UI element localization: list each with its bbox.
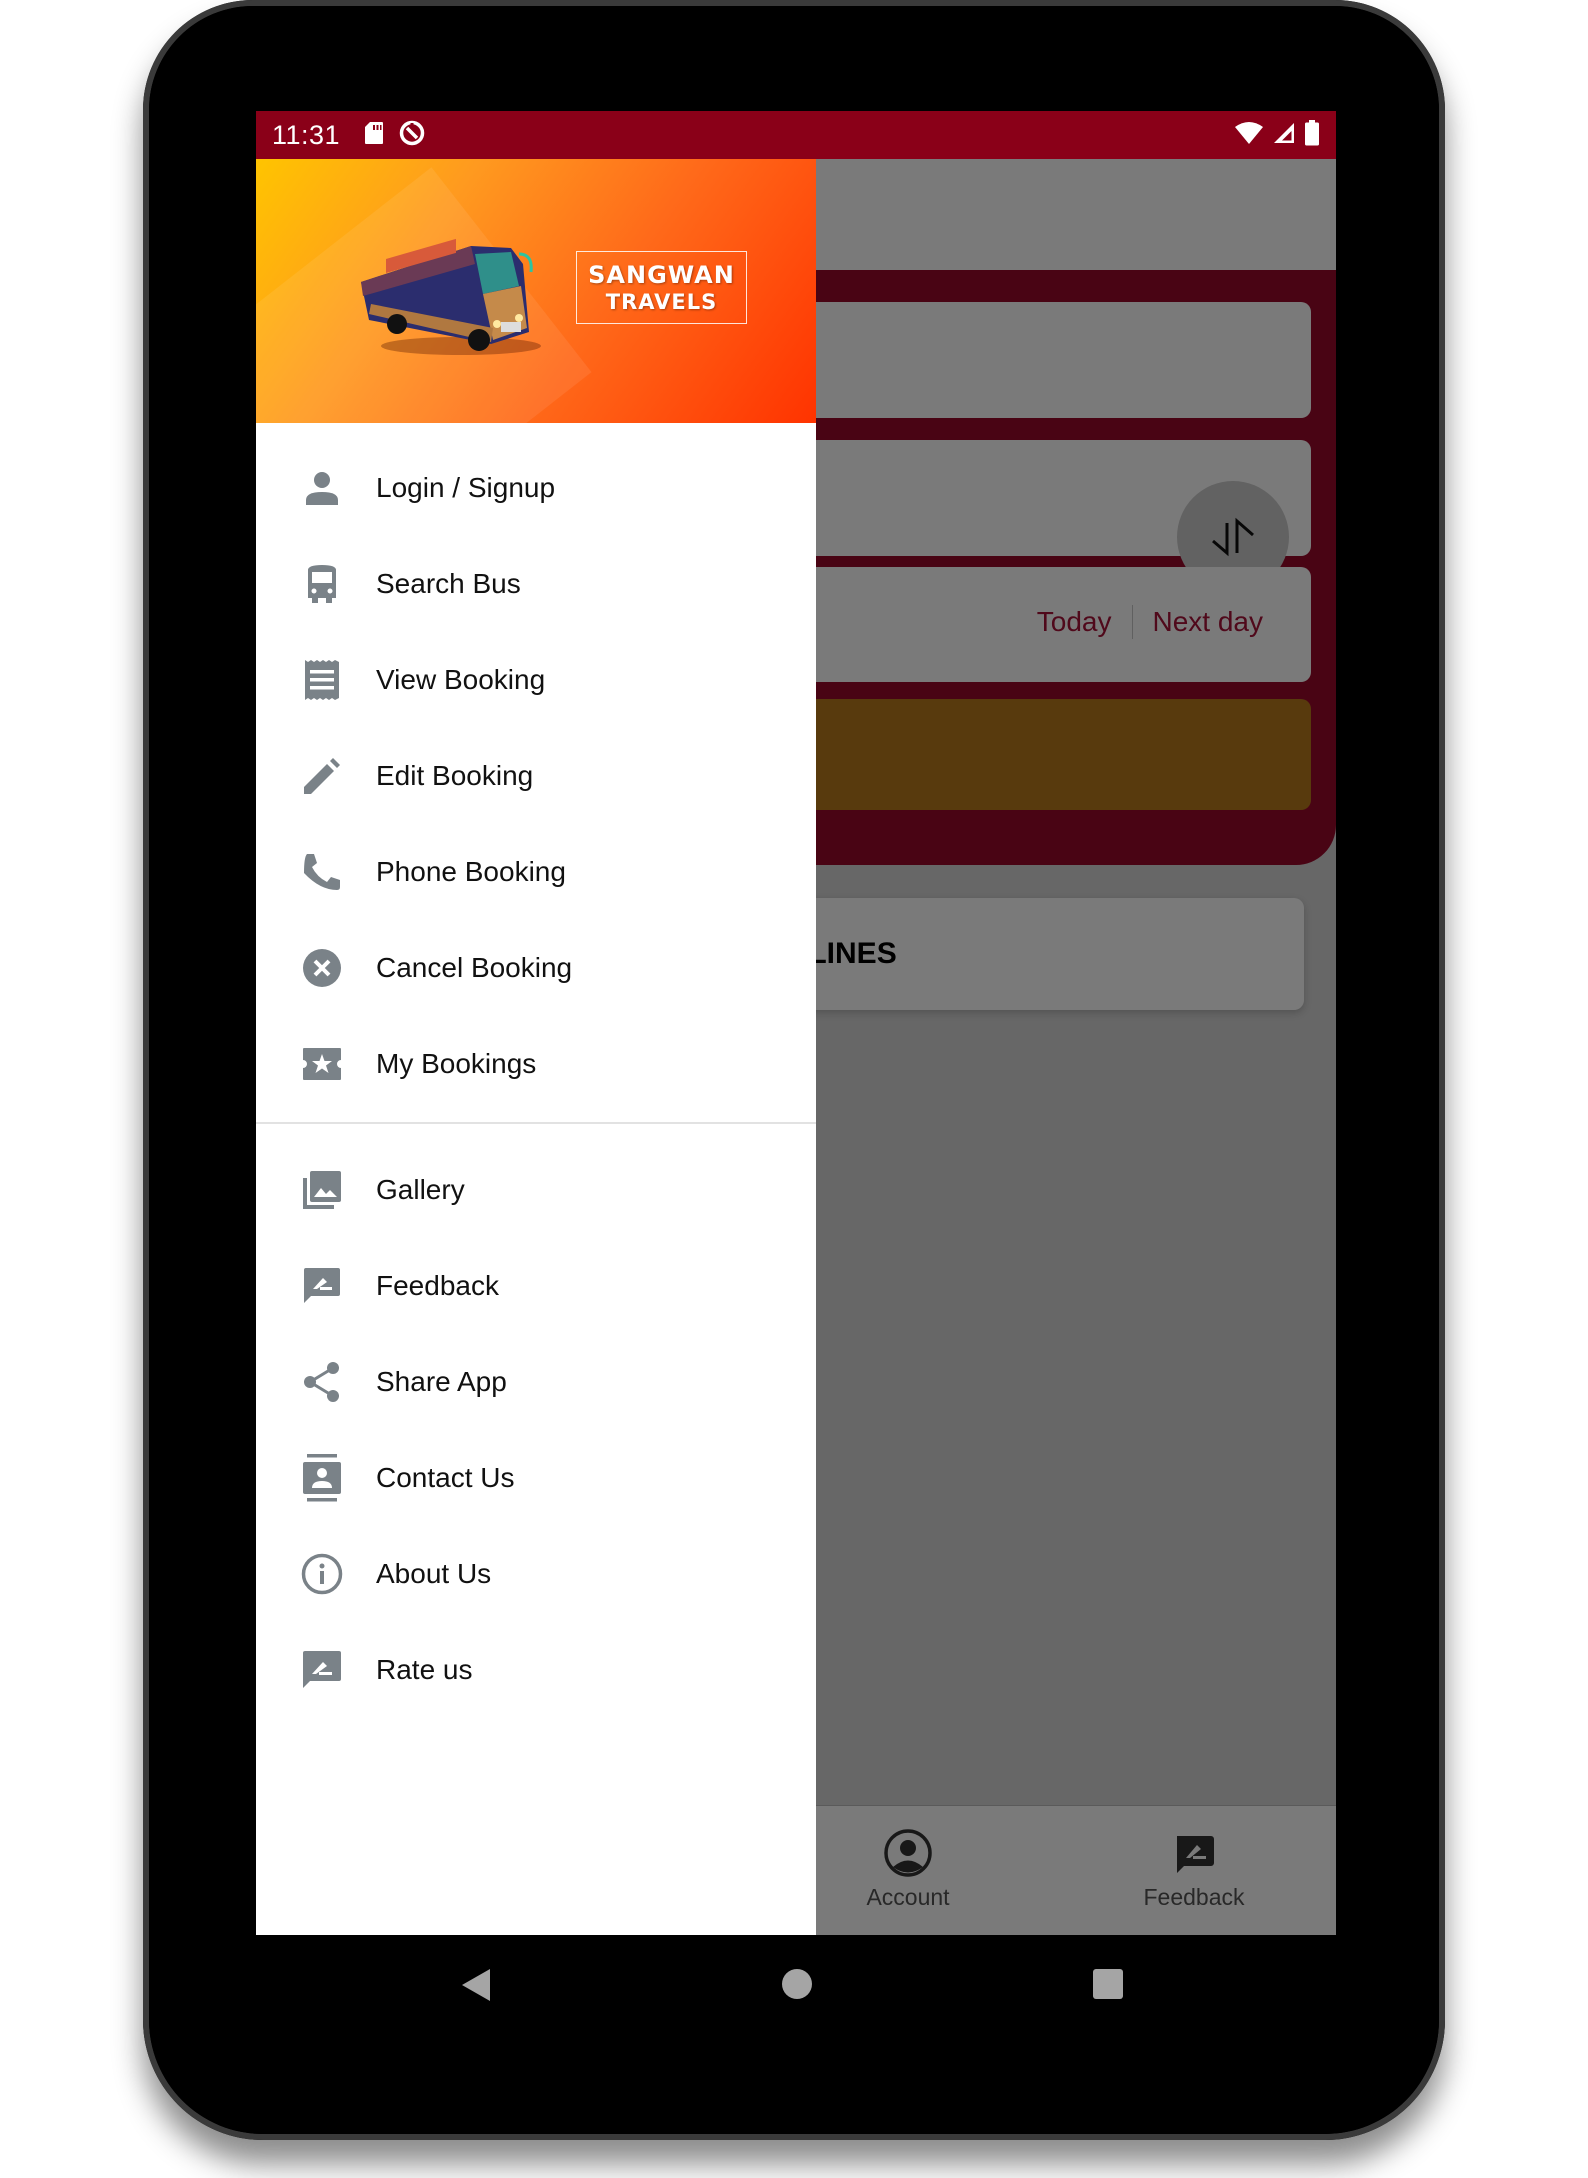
menu-item-label: Edit Booking <box>376 760 534 791</box>
menu-item-cancel-booking[interactable]: Cancel Booking <box>256 920 816 1016</box>
menu-item-rate-us[interactable]: Rate us <box>256 1622 816 1718</box>
status-time: 11:31 <box>272 119 341 150</box>
menu-item-label: Gallery <box>376 1174 465 1205</box>
menu-item-label: Contact Us <box>376 1462 515 1493</box>
menu-item-feedback[interactable]: Feedback <box>256 1238 816 1334</box>
screen: 11:31 SANGWAN TRAVELS Login / Signup Sea… <box>256 111 1336 1935</box>
menu-item-login-signup[interactable]: Login / Signup <box>256 440 816 536</box>
bus-image <box>361 238 541 355</box>
menu-item-label: View Booking <box>376 664 546 695</box>
bus-icon <box>301 563 343 605</box>
info-icon <box>301 1553 343 1595</box>
share-icon <box>301 1361 343 1403</box>
battery-icon <box>1304 119 1320 151</box>
menu-item-view-booking[interactable]: View Booking <box>256 632 816 728</box>
home-button[interactable] <box>782 1969 812 1999</box>
navigation-drawer: SANGWAN TRAVELS Login / Signup Search Bu… <box>256 159 816 1935</box>
menu-item-phone-booking[interactable]: Phone Booking <box>256 824 816 920</box>
cancel-circle-icon <box>301 947 343 989</box>
menu-item-label: Login / Signup <box>376 472 556 503</box>
drawer-logo-line1: SANGWAN <box>588 260 735 289</box>
ticket-star-icon <box>301 1043 343 1085</box>
menu-item-share-app[interactable]: Share App <box>256 1334 816 1430</box>
data-saver-icon <box>398 119 426 152</box>
menu-item-my-bookings[interactable]: My Bookings <box>256 1016 816 1112</box>
person-icon <box>301 467 343 509</box>
cell-signal-icon <box>1272 121 1296 150</box>
menu-item-label: Share App <box>376 1366 507 1397</box>
sd-card-icon <box>364 121 384 150</box>
menu-item-label: My Bookings <box>376 1048 537 1079</box>
menu-item-search-bus[interactable]: Search Bus <box>256 536 816 632</box>
menu-item-label: Phone Booking <box>376 856 566 887</box>
drawer-logo: SANGWAN TRAVELS <box>576 251 747 324</box>
feedback-icon <box>301 1265 343 1307</box>
menu-item-contact-us[interactable]: Contact Us <box>256 1430 816 1526</box>
menu-item-label: About Us <box>376 1558 492 1589</box>
drawer-menu: Login / Signup Search Bus View Booking E… <box>256 423 816 1718</box>
wifi-icon <box>1234 121 1264 150</box>
phone-icon <box>301 851 343 893</box>
recents-button[interactable] <box>1093 1969 1123 1999</box>
menu-item-label: Rate us <box>376 1654 473 1685</box>
contact-card-icon <box>301 1454 343 1502</box>
receipt-icon <box>301 659 343 701</box>
rate-feedback-icon <box>301 1649 343 1691</box>
menu-item-label: Search Bus <box>376 568 521 599</box>
menu-item-label: Feedback <box>376 1270 499 1301</box>
menu-group-secondary: Gallery Feedback Share App Contact Us Ab… <box>256 1124 816 1718</box>
gallery-icon <box>301 1169 343 1211</box>
pencil-icon <box>301 755 343 797</box>
drawer-header: SANGWAN TRAVELS <box>256 159 816 423</box>
menu-item-about-us[interactable]: About Us <box>256 1526 816 1622</box>
menu-item-label: Cancel Booking <box>376 952 573 983</box>
menu-item-gallery[interactable]: Gallery <box>256 1142 816 1238</box>
status-bar: 11:31 <box>256 111 1336 159</box>
back-button[interactable] <box>462 1969 490 2001</box>
menu-group-primary: Login / Signup Search Bus View Booking E… <box>256 423 816 1112</box>
drawer-logo-line2: TRAVELS <box>605 289 718 314</box>
menu-item-edit-booking[interactable]: Edit Booking <box>256 728 816 824</box>
system-navigation-bar <box>256 1935 1336 2035</box>
